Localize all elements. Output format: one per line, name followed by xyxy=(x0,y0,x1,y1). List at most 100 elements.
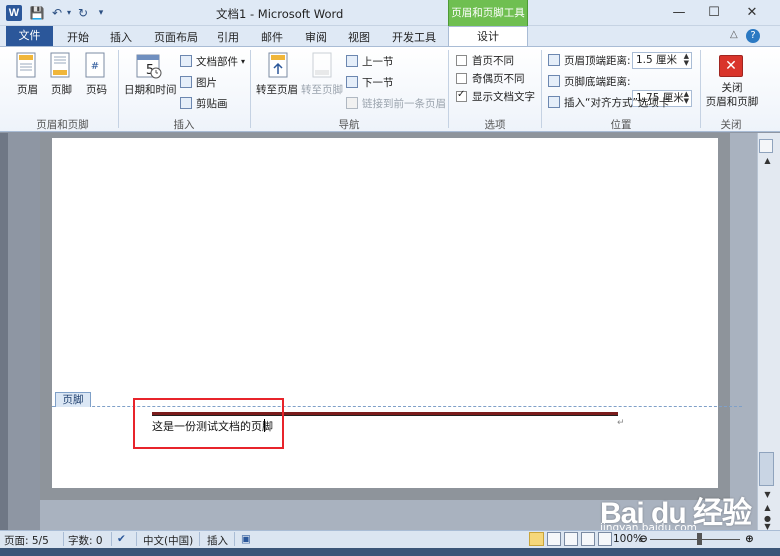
prev-section-button[interactable]: 上一节 xyxy=(346,52,394,70)
close-header-footer-icon[interactable]: ✕ xyxy=(719,55,743,77)
clip-art-icon xyxy=(180,97,192,109)
picture-button[interactable]: 图片 xyxy=(180,73,217,91)
date-time-button[interactable]: 日期和时间 xyxy=(124,82,177,97)
word-count[interactable]: 字数: 0 xyxy=(68,533,103,548)
context-tools-label: 页眉和页脚工具 xyxy=(451,7,525,19)
status-separator xyxy=(136,532,137,546)
macro-record-icon[interactable]: ▣ xyxy=(241,533,251,545)
help-icon[interactable]: ? xyxy=(746,29,760,43)
tab-view[interactable]: 视图 xyxy=(348,29,370,45)
first-page-label: 首页不同 xyxy=(472,54,514,67)
full-screen-reading-icon[interactable] xyxy=(547,532,561,546)
odd-even-different-checkbox[interactable]: 奇偶页不同 xyxy=(456,69,525,87)
zoom-in-icon[interactable]: ⊕ xyxy=(745,533,754,545)
maximize-icon[interactable]: ☐ xyxy=(700,3,728,23)
header-button[interactable]: 页眉 xyxy=(17,82,38,97)
group-separator xyxy=(700,50,701,128)
web-layout-icon[interactable] xyxy=(564,532,578,546)
tab-design[interactable]: 设计 xyxy=(448,26,528,47)
language-indicator[interactable]: 中文(中国) xyxy=(143,533,193,548)
word-app-icon[interactable]: W xyxy=(6,5,22,21)
zoom-out-icon[interactable]: ⊖ xyxy=(639,533,648,545)
footer-button[interactable]: 页脚 xyxy=(51,82,72,97)
footer-distance-text: 页脚底端距离: xyxy=(564,75,631,88)
group-label-navigation: 导航 xyxy=(338,119,360,131)
picture-label: 图片 xyxy=(196,76,217,89)
document-left-edge xyxy=(0,133,8,530)
spin-arrows-icon[interactable]: ▲ ▼ xyxy=(684,53,689,67)
scroll-thumb[interactable] xyxy=(759,452,774,486)
clip-art-label: 剪贴画 xyxy=(196,97,228,110)
page-indicator[interactable]: 页面: 5/5 xyxy=(4,533,49,548)
header-distance-value: 1.5 厘米 xyxy=(636,54,678,66)
prev-section-label: 上一节 xyxy=(362,55,394,68)
header-distance-spinner[interactable]: 1.5 厘米 ▲ ▼ xyxy=(632,52,692,69)
tab-insert[interactable]: 插入 xyxy=(110,29,132,45)
group-separator xyxy=(448,50,449,128)
date-time-icon[interactable]: 5 xyxy=(135,52,163,80)
group-separator xyxy=(541,50,542,128)
zoom-slider[interactable] xyxy=(650,539,740,540)
next-section-button[interactable]: 下一节 xyxy=(346,73,394,91)
close-icon[interactable]: ✕ xyxy=(738,3,766,23)
tab-review[interactable]: 审阅 xyxy=(305,29,327,45)
status-separator xyxy=(63,532,64,546)
header-icon[interactable] xyxy=(15,52,39,80)
draft-view-icon[interactable] xyxy=(598,532,612,546)
insert-mode[interactable]: 插入 xyxy=(207,533,228,548)
svg-text:#: # xyxy=(91,61,99,72)
chevron-down-icon: ▾ xyxy=(241,56,246,66)
footer-icon[interactable] xyxy=(49,52,73,80)
highlight-box xyxy=(133,398,284,449)
tab-references[interactable]: 引用 xyxy=(217,29,239,45)
footer-distance-icon xyxy=(548,75,560,87)
page-number-icon[interactable]: # xyxy=(84,52,108,80)
doc-parts-button[interactable]: 文档部件 ▾ xyxy=(180,52,245,70)
footer-tag: 页脚 xyxy=(55,392,91,407)
align-tab-icon xyxy=(548,96,560,108)
clip-art-button[interactable]: 剪贴画 xyxy=(180,94,228,112)
proofing-icon[interactable]: ✔ xyxy=(117,533,126,545)
tab-developer[interactable]: 开发工具 xyxy=(392,29,436,45)
zoom-slider-knob[interactable] xyxy=(697,533,702,545)
header-distance-text: 页眉顶端距离: xyxy=(564,54,631,67)
goto-header-button[interactable]: 转至页眉 xyxy=(256,82,298,97)
tab-home[interactable]: 开始 xyxy=(67,29,89,45)
status-separator xyxy=(111,532,112,546)
header-distance-label: 页眉顶端距离: xyxy=(548,51,631,69)
minimize-icon[interactable]: — xyxy=(665,3,693,23)
footer-distance-label: 页脚底端距离: xyxy=(548,72,631,90)
page-number-button[interactable]: 页码 xyxy=(86,82,107,97)
insert-align-tab-label: 插入“对齐方式”选项卡 xyxy=(564,96,670,109)
tab-mailings[interactable]: 邮件 xyxy=(261,29,283,45)
doc-parts-icon xyxy=(180,55,192,67)
goto-footer-button: 转至页脚 xyxy=(301,84,343,96)
goto-header-icon[interactable] xyxy=(266,52,290,80)
scroll-up-icon[interactable]: ▲ xyxy=(759,156,776,168)
redo-icon[interactable]: ↻ xyxy=(74,4,92,22)
ribbon-minimize-icon[interactable]: △ xyxy=(730,29,738,40)
link-icon xyxy=(346,97,358,109)
print-layout-icon[interactable] xyxy=(529,532,544,546)
outline-view-icon[interactable] xyxy=(581,532,595,546)
close-header-footer-button[interactable]: 关闭 页眉和页脚 xyxy=(705,81,759,109)
group-label-position: 位置 xyxy=(610,119,632,131)
spin-arrows-icon[interactable]: ▲ ▼ xyxy=(684,91,689,105)
save-icon[interactable]: 💾 xyxy=(28,4,46,22)
paragraph-mark: ↵ xyxy=(617,418,625,428)
header-distance-icon xyxy=(548,54,560,66)
group-label-insert: 插入 xyxy=(173,119,195,131)
tab-file[interactable]: 文件 xyxy=(6,26,53,46)
insert-align-tab-button[interactable]: 插入“对齐方式”选项卡 xyxy=(548,93,669,111)
ruler-toggle-icon[interactable] xyxy=(759,139,773,153)
show-doc-text-checkbox[interactable]: 显示文档文字 xyxy=(456,87,535,105)
scroll-down-icon[interactable]: ▼ xyxy=(759,490,776,502)
tab-page-layout[interactable]: 页面布局 xyxy=(154,29,198,45)
group-label-header-footer: 页眉和页脚 xyxy=(36,119,89,131)
prev-section-icon xyxy=(346,55,358,67)
picture-icon xyxy=(180,76,192,88)
customize-qat-icon[interactable]: ▾ xyxy=(92,4,110,22)
first-page-different-checkbox[interactable]: 首页不同 xyxy=(456,51,514,69)
status-separator xyxy=(199,532,200,546)
group-separator xyxy=(118,50,119,128)
